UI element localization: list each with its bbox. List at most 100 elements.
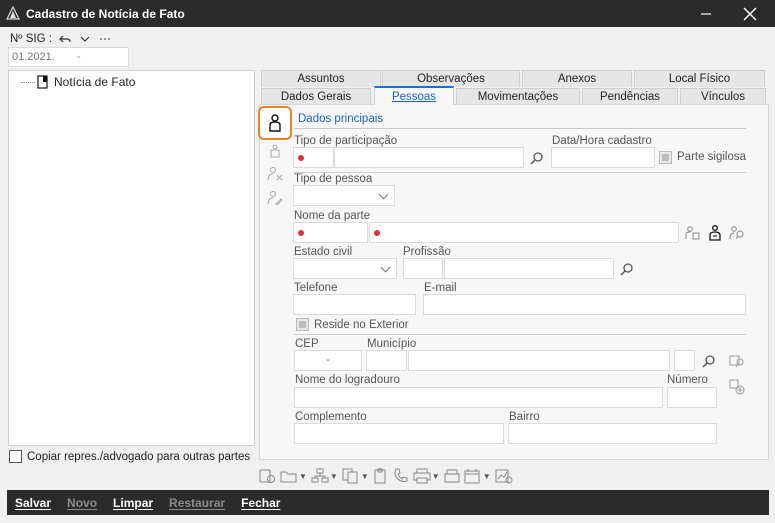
org-chart-icon[interactable]: ▼ — [311, 468, 338, 484]
chevron-down-icon: ▼ — [360, 471, 369, 481]
printer-icon[interactable]: ▼ — [413, 468, 440, 484]
estado-civil-select[interactable] — [293, 258, 397, 279]
data-hora-input[interactable] — [551, 147, 655, 168]
numero-input[interactable] — [667, 387, 717, 408]
nome-parte-input[interactable] — [369, 222, 679, 243]
profissao-input[interactable] — [444, 258, 614, 279]
sub-tab-dados-principais[interactable]: Dados principais — [298, 113, 383, 125]
person-lock-icon[interactable] — [706, 224, 724, 242]
profissao-code-input[interactable] — [403, 258, 443, 279]
reside-exterior-checkbox[interactable] — [296, 318, 309, 331]
complemento-input[interactable] — [294, 423, 504, 444]
municipio-input[interactable] — [408, 350, 670, 371]
phone-icon[interactable] — [393, 468, 409, 484]
copy-representative-checkbox[interactable] — [9, 450, 22, 463]
edit-person-icon[interactable] — [266, 189, 284, 207]
cep-label: CEP — [295, 338, 319, 350]
remove-person-icon[interactable] — [266, 165, 284, 183]
minimize-button[interactable] — [689, 0, 723, 27]
search-icon[interactable] — [700, 352, 718, 370]
tab-local-fisico[interactable]: Local Físico — [634, 70, 765, 87]
telefone-label: Telefone — [294, 282, 338, 294]
sub-tab-divider — [294, 128, 746, 129]
parte-sigilosa-label: Parte sigilosa — [677, 151, 747, 163]
tree-item-noticia[interactable]: Notícia de Fato — [21, 75, 135, 89]
sig-number-input[interactable]: 01.2021. - — [8, 47, 129, 67]
more-icon[interactable] — [98, 32, 112, 46]
telefone-input[interactable] — [293, 294, 416, 315]
complemento-label: Complemento — [295, 411, 367, 423]
chart-icon[interactable] — [495, 468, 513, 484]
chevron-down-icon: ▼ — [482, 471, 491, 481]
estado-civil-label: Estado civil — [294, 246, 353, 258]
novo-button[interactable]: Novo — [59, 496, 105, 510]
cep-input[interactable]: - — [294, 350, 362, 371]
tab-label: Pessoas — [391, 90, 437, 103]
folder-icon[interactable]: ▼ — [280, 468, 307, 484]
tab-vinculos[interactable]: Vínculos — [680, 88, 766, 105]
tree-view[interactable]: Notícia de Fato — [8, 70, 255, 446]
tipo-pessoa-select[interactable] — [293, 185, 395, 206]
tipo-participacao-label: Tipo de participação — [294, 135, 398, 147]
nome-parte-code-input[interactable] — [293, 222, 368, 243]
tab-pendencias[interactable]: Pendências — [582, 88, 678, 105]
tree-connector — [21, 81, 35, 83]
person-search-icon[interactable] — [728, 224, 746, 242]
data-hora-label: Data/Hora cadastro — [552, 135, 652, 147]
bottom-toolbar: ▼ ▼ ▼ ▼ ▼ — [258, 466, 588, 486]
tab-label: Assuntos — [297, 73, 345, 85]
email-input[interactable] — [423, 294, 746, 315]
tab-movimentacoes[interactable]: Movimentações — [456, 88, 580, 105]
nome-parte-label: Nome da parte — [294, 210, 371, 222]
sig-row: Nº SIG : — [10, 31, 112, 47]
logradouro-input[interactable] — [294, 387, 663, 408]
tipo-participacao-desc-input[interactable] — [334, 147, 524, 168]
chevron-down-icon: ▼ — [329, 471, 338, 481]
add-address-icon[interactable] — [728, 378, 746, 396]
search-icon[interactable] — [618, 260, 636, 278]
close-button[interactable] — [733, 0, 767, 27]
sig-label: Nº SIG : — [10, 33, 52, 45]
tipo-participacao-code-input[interactable] — [293, 147, 334, 168]
title-bar: Cadastro de Notícia de Fato — [0, 0, 775, 27]
lock-button[interactable] — [258, 106, 292, 140]
action-bar: Salvar Novo Limpar Restaurar Fechar — [7, 490, 769, 515]
cep-value: - — [326, 354, 330, 366]
clipboard-icon[interactable] — [373, 468, 389, 484]
fechar-button[interactable]: Fechar — [233, 496, 288, 510]
uf-input[interactable] — [674, 350, 695, 371]
copy-representative-option[interactable]: Copiar repres./advogado para outras part… — [9, 450, 250, 463]
person-list-icon[interactable] — [684, 224, 702, 242]
map-search-icon[interactable] — [728, 352, 746, 370]
bairro-input[interactable] — [508, 423, 717, 444]
numero-label: Número — [667, 374, 708, 386]
new-document-icon[interactable] — [258, 468, 276, 484]
municipio-code-input[interactable] — [366, 350, 407, 371]
archive-icon[interactable] — [444, 468, 460, 484]
parte-sigilosa-checkbox[interactable] — [659, 151, 672, 164]
tab-label: Pendências — [599, 91, 661, 103]
chevron-down-icon[interactable] — [78, 32, 92, 46]
copy-representative-label: Copiar repres./advogado para outras part… — [27, 450, 251, 463]
add-person-icon[interactable] — [266, 142, 284, 160]
copy-docs-icon[interactable]: ▼ — [342, 468, 369, 484]
tab-assuntos[interactable]: Assuntos — [261, 70, 381, 87]
salvar-button[interactable]: Salvar — [7, 496, 59, 510]
tab-dados-gerais[interactable]: Dados Gerais — [261, 88, 371, 105]
search-icon[interactable] — [528, 149, 546, 167]
sig-value-prefix: 01.2021. — [12, 51, 55, 63]
restaurar-button[interactable]: Restaurar — [161, 496, 233, 510]
email-label: E-mail — [424, 282, 457, 294]
logradouro-label: Nome do logradouro — [295, 374, 400, 386]
divider — [294, 334, 746, 335]
tab-observacoes[interactable]: Observações — [382, 70, 520, 87]
calendar-icon[interactable]: ▼ — [464, 468, 491, 484]
tipo-pessoa-label: Tipo de pessoa — [294, 173, 373, 185]
limpar-button[interactable]: Limpar — [105, 496, 161, 510]
tab-pessoas[interactable]: Pessoas — [374, 86, 454, 105]
person-lock-icon — [269, 114, 281, 132]
undo-icon[interactable] — [58, 32, 72, 46]
tab-anexos[interactable]: Anexos — [522, 70, 632, 87]
window-title: Cadastro de Notícia de Fato — [26, 7, 185, 21]
tab-label: Vínculos — [700, 91, 746, 103]
